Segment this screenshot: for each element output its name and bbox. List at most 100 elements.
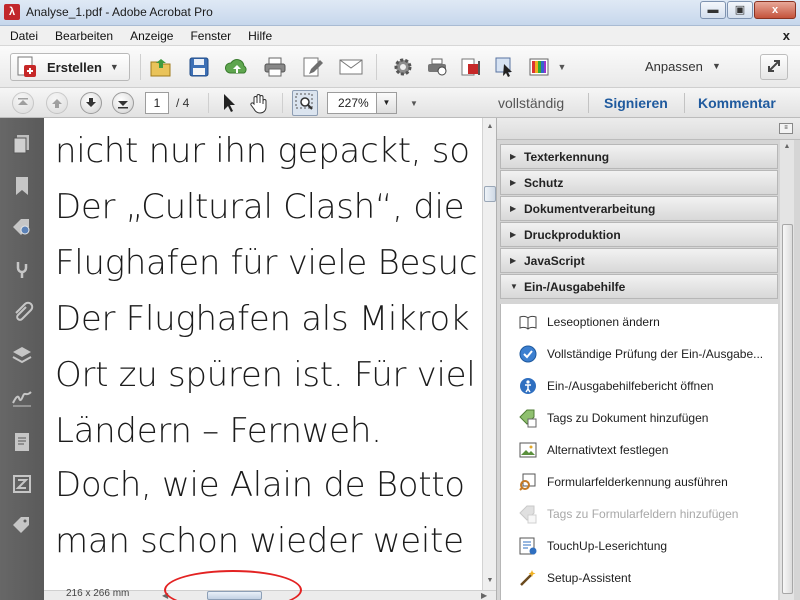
tool-ausgabehilfebericht[interactable]: Ein-/Ausgabehilfebericht öffnen (501, 370, 779, 402)
document-text-line: Der „Cultural Clash“, die (55, 187, 465, 227)
save-disk-icon[interactable] (186, 54, 212, 80)
expand-button[interactable] (760, 54, 788, 80)
scroll-up-arrow[interactable]: ▲ (780, 143, 794, 150)
hand-tool-icon[interactable] (246, 90, 272, 116)
select-arrow-icon[interactable] (216, 90, 242, 116)
pages-icon[interactable] (10, 132, 34, 156)
minimize-button[interactable]: ▬ (700, 1, 726, 19)
navigation-pane (0, 118, 44, 600)
maximize-button[interactable]: ▣ (727, 1, 753, 19)
accessibility-icon (518, 376, 538, 396)
menu-fenster[interactable]: Fenster (180, 29, 238, 43)
section-dokumentverarbeitung[interactable]: ▶ Dokumentverarbeitung (500, 196, 778, 221)
create-button[interactable]: Erstellen ▼ (10, 53, 130, 81)
print-production-icon[interactable] (424, 54, 450, 80)
section-ein-ausgabehilfe[interactable]: ▼ Ein-/Ausgabehilfe (500, 274, 778, 299)
chevron-down-icon: ▼ (109, 62, 119, 72)
scroll-right-arrow[interactable]: ▶ (481, 591, 487, 600)
window-title: Analyse_1.pdf - Adobe Acrobat Pro (26, 5, 213, 19)
expand-icon (768, 60, 780, 72)
email-icon[interactable] (338, 54, 364, 80)
content-icon[interactable] (10, 430, 34, 454)
print-icon[interactable] (262, 54, 288, 80)
tool-tags-formularfelder[interactable]: Tags zu Formularfeldern hinzufügen (501, 498, 779, 530)
wizard-icon (518, 568, 538, 588)
main-toolbar: Erstellen ▼ ▼ Anpassen ▼ (0, 46, 800, 88)
pdf-export-icon[interactable] (458, 54, 484, 80)
comment-pane-link[interactable]: Kommentar (698, 95, 776, 111)
tool-leseoptionen[interactable]: Leseoptionen ändern (501, 306, 779, 338)
section-texterkennung[interactable]: ▶ Texterkennung (500, 144, 778, 169)
tool-alternativtext[interactable]: Alternativtext festlegen (501, 434, 779, 466)
select-cursor-icon[interactable] (492, 54, 518, 80)
document-view[interactable]: nicht nur ihn gepackt, so Der „Cultural … (44, 118, 482, 590)
marquee-zoom-icon[interactable] (292, 90, 318, 116)
tools-pane-scrollbar[interactable]: ▲ (780, 140, 794, 600)
customize-menu[interactable]: Anpassen (645, 59, 703, 74)
toolbar-divider (208, 93, 209, 113)
add-tags-icon (518, 408, 538, 428)
collapsed-triangle-icon: ▶ (510, 152, 517, 161)
document-text-line: nicht nur ihn gepackt, so (55, 131, 470, 171)
tool-touchup-leserichtung[interactable]: TouchUp-Leserichtung (501, 530, 779, 562)
close-window-button[interactable]: x (754, 1, 796, 19)
last-page-button[interactable] (112, 92, 134, 114)
toolbar-divider (588, 93, 589, 113)
create-label: Erstellen (47, 59, 102, 75)
scroll-down-arrow[interactable]: ▼ (483, 574, 497, 588)
settings-gear-icon[interactable] (390, 54, 416, 80)
bookmark-icon[interactable] (10, 174, 34, 198)
tool-formularfelderkennung[interactable]: Formularfelderkennung ausführen (501, 466, 779, 498)
signature-icon[interactable] (10, 386, 34, 410)
create-pdf-icon (17, 56, 37, 78)
form-detect-icon (518, 472, 538, 492)
next-page-button[interactable] (80, 92, 102, 114)
open-folder-icon[interactable] (148, 54, 174, 80)
toolbar-overflow-icon[interactable]: ▼ (404, 90, 424, 116)
cloud-upload-icon[interactable] (224, 54, 250, 80)
edit-icon[interactable] (300, 54, 326, 80)
tools-scroll-thumb[interactable] (782, 224, 793, 594)
layers-icon[interactable] (10, 344, 34, 368)
section-druckproduktion[interactable]: ▶ Druckproduktion (500, 222, 778, 247)
standards-icon[interactable] (10, 472, 34, 496)
menu-bearbeiten[interactable]: Bearbeiten (45, 29, 120, 43)
section-title: JavaScript (524, 253, 585, 268)
toolbar-overflow-icon[interactable]: ▼ (552, 54, 572, 80)
section-schutz[interactable]: ▶ Schutz (500, 170, 778, 195)
image-text-icon (518, 440, 538, 460)
menu-datei[interactable]: Datei (0, 29, 45, 43)
zoom-dropdown-button[interactable]: ▼ (377, 92, 397, 114)
first-page-button[interactable] (12, 92, 34, 114)
tool-setup-assistent[interactable]: Setup-Assistent (501, 562, 779, 594)
previous-page-button[interactable] (46, 92, 68, 114)
section-title: Texterkennung (524, 149, 610, 164)
attachment-icon[interactable] (10, 300, 34, 324)
tag-icon[interactable] (10, 514, 34, 538)
color-palette-icon[interactable] (526, 54, 552, 80)
document-text-line: man schon wieder weite (55, 521, 464, 561)
pane-options-icon[interactable]: ≡ (779, 123, 793, 134)
sign-pane-link[interactable]: Signieren (604, 95, 668, 111)
document-text-line: Ländern – Fernweh. (55, 411, 382, 451)
menu-hilfe[interactable]: Hilfe (238, 29, 279, 43)
page-number-input[interactable]: 1 (145, 92, 169, 114)
document-vertical-scrollbar[interactable]: ▲ ▼ (482, 118, 496, 590)
close-document-button[interactable]: x (783, 28, 790, 43)
page-dimensions: 216 x 266 mm (66, 588, 130, 599)
form-tags-icon (518, 504, 538, 524)
menu-anzeige[interactable]: Anzeige (120, 29, 180, 43)
tag-search-icon[interactable] (10, 216, 34, 240)
full-screen-link[interactable]: vollständig (498, 95, 564, 111)
zoom-input[interactable]: 227% (327, 92, 377, 114)
acrobat-icon: λ (4, 4, 20, 20)
scroll-up-arrow[interactable]: ▲ (483, 120, 497, 134)
section-javascript[interactable]: ▶ JavaScript (500, 248, 778, 273)
window-controls: ▬ ▣ x (700, 1, 796, 19)
link-icon[interactable] (10, 258, 34, 282)
tool-tags-dokument[interactable]: Tags zu Dokument hinzufügen (501, 402, 779, 434)
page-total: / 4 (176, 96, 190, 110)
scroll-thumb[interactable] (484, 186, 496, 202)
tool-vollstaendige-pruefung[interactable]: Vollständige Prüfung der Ein-/Ausgabe... (501, 338, 779, 370)
toolbar-divider (282, 93, 283, 113)
